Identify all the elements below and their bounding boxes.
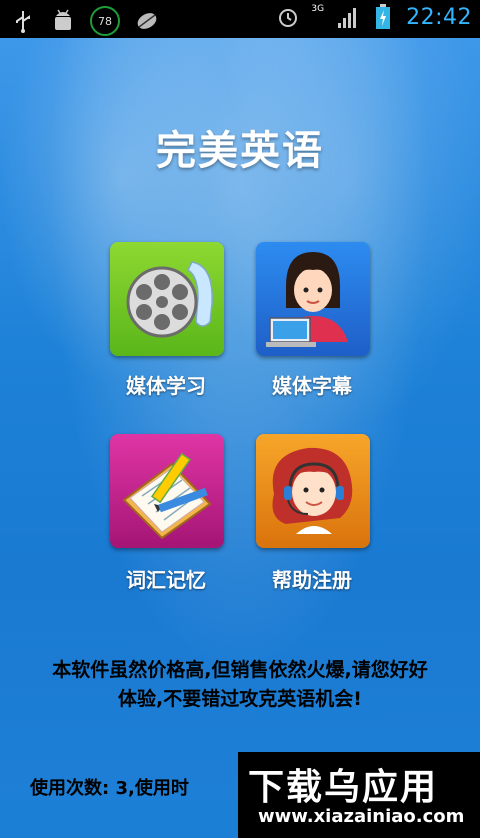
alarm-icon — [275, 4, 301, 30]
promo-notice: 本软件虽然价格高,但销售依然火爆,请您好好 体验,不要错过攻克英语机会! — [2, 656, 478, 714]
clock: 22:42 — [406, 4, 472, 30]
network-type: 3G — [311, 4, 325, 14]
signal-icon — [334, 4, 360, 30]
app-title: 完美英语 — [156, 128, 324, 174]
watermark-brand: 下载乌应用 — [248, 767, 439, 808]
android-debug-icon — [50, 8, 76, 34]
battery-status-icon: 78 — [90, 6, 120, 36]
usb-icon — [10, 8, 36, 34]
help-register-button[interactable] — [256, 434, 370, 548]
status-right: 3G 22:42 — [275, 4, 472, 30]
status-left: 78 — [10, 6, 160, 36]
watermark: 下载乌应用 www.xiazainiao.com — [238, 752, 480, 838]
battery-level: 78 — [98, 14, 112, 28]
leaf-app-icon — [134, 8, 160, 34]
promo-notice-line-2: 体验,不要错过攻克英语机会! — [118, 688, 362, 710]
battery-charging-icon — [370, 4, 396, 30]
vocabulary-memory-button[interactable] — [110, 434, 224, 548]
vocabulary-memory-label[interactable]: 词汇记忆 — [96, 564, 236, 593]
media-subtitle-button[interactable] — [256, 242, 370, 356]
film-reel-icon — [126, 261, 213, 338]
media-subtitle-label[interactable]: 媒体字幕 — [242, 370, 382, 399]
student-at-computer-icon — [266, 252, 348, 347]
usage-count: 使用次数: 3,使用时 — [30, 778, 189, 799]
media-study-label[interactable]: 媒体学习 — [96, 370, 236, 399]
promo-notice-line-1: 本软件虽然价格高,但销售依然火爆,请您好好 — [52, 659, 428, 681]
support-agent-icon — [272, 447, 353, 534]
help-register-label[interactable]: 帮助注册 — [242, 564, 382, 593]
media-study-button[interactable] — [110, 242, 224, 356]
notebook-pencil-icon — [122, 452, 212, 540]
watermark-url: www.xiazainiao.com — [258, 806, 465, 827]
status-bar: 78 3G 22:42 — [0, 0, 480, 38]
main-screen: 完美英语 媒体学习 媒体字幕 词汇记忆 帮助注册 本软件虽然价格高,但销售依然火… — [0, 38, 480, 838]
